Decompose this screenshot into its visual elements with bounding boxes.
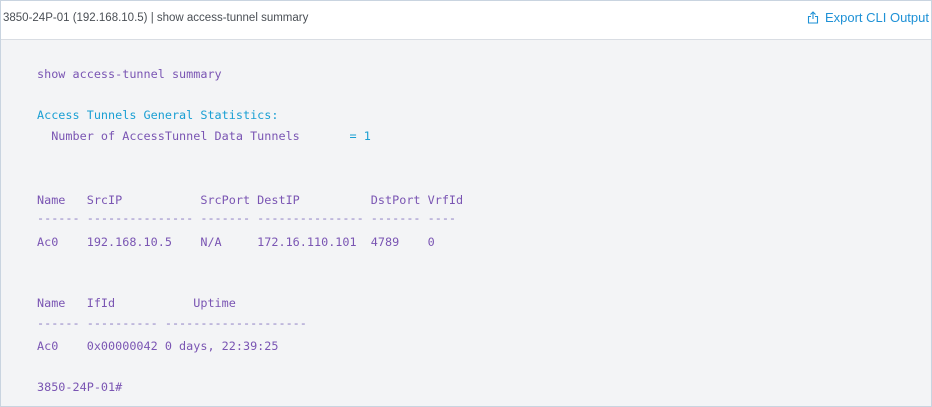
stats-label: Number of AccessTunnel Data Tunnels bbox=[37, 129, 300, 143]
cli-output-panel: 3850-24P-01 (192.168.10.5) | show access… bbox=[0, 0, 932, 407]
cli-console[interactable]: show access-tunnel summary Access Tunnel… bbox=[1, 40, 931, 406]
table1-separator: ------ --------------- ------- ---------… bbox=[37, 211, 457, 225]
table2-separator: ------ ---------- -------------------- bbox=[37, 316, 307, 330]
table2-header: Name IfId Uptime bbox=[37, 296, 236, 310]
command-line: show access-tunnel summary bbox=[37, 67, 222, 81]
export-cli-output-button[interactable]: Export CLI Output bbox=[807, 10, 929, 25]
stats-line: Number of AccessTunnel Data Tunnels = 1 bbox=[37, 129, 371, 143]
table1-row: Ac0 192.168.10.5 N/A 172.16.110.101 4789… bbox=[37, 235, 435, 249]
panel-header: 3850-24P-01 (192.168.10.5) | show access… bbox=[1, 1, 931, 40]
panel-title: 3850-24P-01 (192.168.10.5) | show access… bbox=[3, 12, 309, 24]
share-icon bbox=[807, 11, 819, 24]
stats-heading: Access Tunnels General Statistics: bbox=[37, 108, 279, 122]
table1-header: Name SrcIP SrcPort DestIP DstPort VrfId bbox=[37, 193, 464, 207]
export-label: Export CLI Output bbox=[824, 10, 929, 25]
stats-value: = 1 bbox=[299, 129, 371, 143]
table2-row: Ac0 0x00000042 0 days, 22:39:25 bbox=[37, 339, 279, 353]
cli-prompt: 3850-24P-01# bbox=[37, 380, 123, 394]
